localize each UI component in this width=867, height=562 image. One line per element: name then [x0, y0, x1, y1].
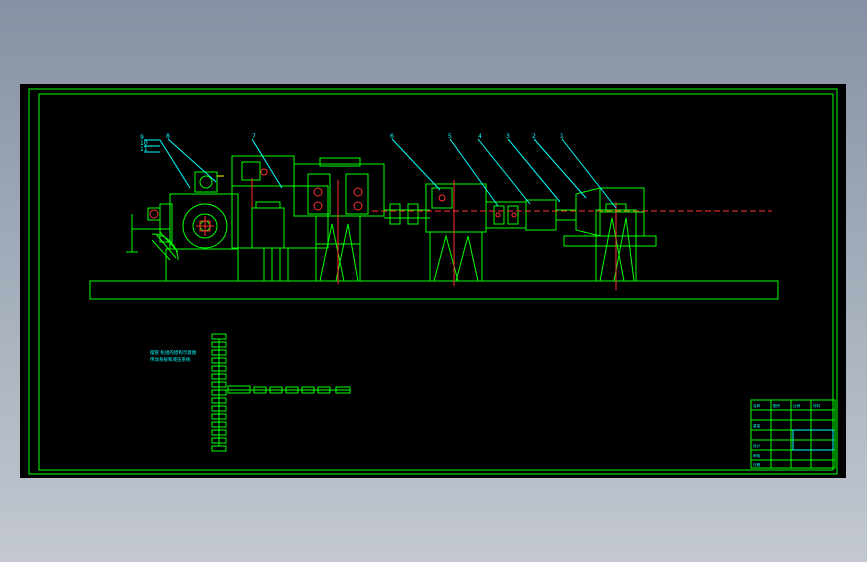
title-cell-material: 材料 — [813, 403, 821, 408]
part-number-11: 11 — [140, 146, 148, 153]
part-number-1: 1 — [560, 133, 564, 140]
part-number-8: 8 — [166, 133, 170, 140]
title-cell-date: 日期 — [753, 462, 761, 467]
coupling-shaft — [384, 203, 430, 225]
title-cell-name: 名称 — [753, 403, 761, 408]
center-pedestal — [425, 180, 487, 286]
part-number-6: 6 — [390, 133, 394, 140]
drawing-note-2: 传动系统和液压系统 — [150, 356, 191, 363]
part-number-5: 5 — [448, 133, 452, 140]
title-cell-reviewer: 审核 — [753, 453, 761, 458]
base-platform — [89, 280, 779, 300]
drawing-note-1: 摆管 机组的结构示意图 — [150, 349, 197, 356]
part-number-2: 2 — [532, 133, 536, 140]
title-cell-weight: 重量 — [753, 423, 761, 428]
drive-unit — [126, 171, 239, 282]
inner-frame — [38, 93, 834, 471]
cad-viewport[interactable]: 9 10 11 8 7 6 5 4 3 2 1 摆管 机组的结构示意图 传动系统… — [20, 84, 846, 478]
process-flowchart — [211, 333, 351, 452]
title-cell-drawing-no: 图号 — [773, 403, 781, 408]
part-number-4: 4 — [478, 133, 482, 140]
title-cell-designer: 设计 — [753, 443, 761, 448]
part-number-3: 3 — [506, 133, 510, 140]
head-assembly — [563, 187, 657, 247]
assembly-drawing: 9 10 11 8 7 6 5 4 3 2 1 摆管 机组的结构示意图 传动系统… — [28, 88, 838, 475]
title-block — [750, 399, 836, 469]
roll-stand — [293, 157, 385, 284]
title-cell-scale: 比例 — [793, 403, 801, 408]
bearing-pedestal-left — [251, 201, 289, 282]
part-leaders — [144, 138, 617, 209]
coupling-assembly — [485, 199, 576, 231]
part-number-7: 7 — [252, 133, 256, 140]
